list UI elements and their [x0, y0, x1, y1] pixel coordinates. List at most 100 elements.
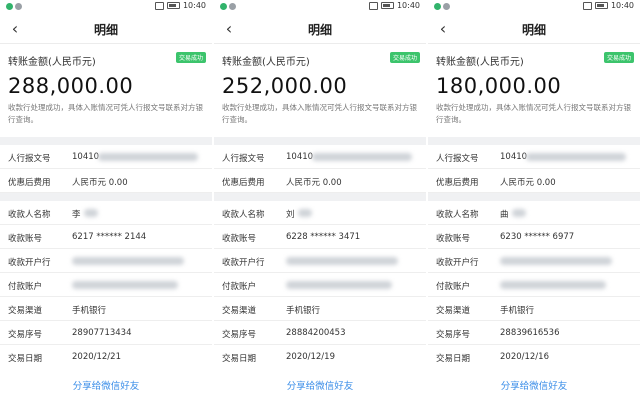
- row-label: 收款人名称: [8, 210, 51, 220]
- row-label: 付款账户: [8, 282, 43, 292]
- row-value: 28839616536: [500, 328, 560, 338]
- detail-row-msg-no: 人行报文号 10410: [428, 145, 640, 169]
- row-value: 6230 ****** 6977: [500, 232, 575, 242]
- detail-row-payer-account: 付款账户: [214, 273, 426, 297]
- detail-row-payee-bank: 收款开户行: [428, 249, 640, 273]
- battery-icon: [380, 2, 394, 9]
- nav-bar: ‹ 明细: [0, 14, 212, 44]
- amount-label: 转账金额(人民币元): [8, 57, 96, 68]
- row-label: 收款开户行: [436, 258, 479, 268]
- battery-icon: [594, 2, 608, 9]
- row-label: 收款账号: [222, 234, 257, 244]
- detail-row-channel: 交易渠道 手机银行: [0, 297, 212, 321]
- detail-row-payee-account: 收款账号 6230 ****** 6977: [428, 225, 640, 249]
- redacted-mask: [286, 257, 398, 265]
- row-value: 李: [72, 210, 81, 220]
- detail-row-payer-account: 付款账户: [428, 273, 640, 297]
- transfer-detail-screen: 10:40 ‹ 明细 转账金额(人民币元) 交易成功 180,000.00 收款…: [428, 0, 640, 404]
- row-value: 人民币元 0.00: [500, 178, 556, 188]
- share-area: 分享给微信好友: [214, 364, 426, 404]
- result-note: 收款行处理成功，具体入账情况可凭人行报文号联系对方银行查询。: [436, 103, 631, 124]
- row-label: 人行报文号: [8, 154, 51, 164]
- row-label: 收款账号: [8, 234, 43, 244]
- status-time: 10:40: [396, 1, 420, 10]
- nav-bar: ‹ 明细: [428, 14, 640, 44]
- redacted-mask: [500, 281, 606, 289]
- row-value: 2020/12/16: [500, 352, 549, 362]
- row-label: 交易日期: [8, 354, 43, 364]
- amount-card: 转账金额(人民币元) 交易成功 180,000.00 收款行处理成功，具体入账情…: [428, 44, 640, 137]
- redacted-mask: [72, 257, 184, 265]
- row-label: 交易序号: [8, 330, 43, 340]
- row-label: 收款开户行: [8, 258, 51, 268]
- amount-label: 转账金额(人民币元): [436, 57, 524, 68]
- amount-card: 转账金额(人民币元) 交易成功 288,000.00 收款行处理成功，具体入账情…: [0, 44, 212, 137]
- detail-row-fee: 优惠后费用 人民币元 0.00: [0, 169, 212, 193]
- row-value: 10410: [72, 152, 100, 162]
- signal-icon: [368, 1, 378, 10]
- detail-row-channel: 交易渠道 手机银行: [214, 297, 426, 321]
- redacted-mask: [312, 153, 412, 161]
- row-value: 28884200453: [286, 328, 346, 338]
- row-value: 曲: [500, 210, 509, 220]
- detail-row-payee-name: 收款人名称 李: [0, 201, 212, 225]
- share-area: 分享给微信好友: [428, 364, 640, 404]
- detail-row-msg-no: 人行报文号 10410: [0, 145, 212, 169]
- row-label: 付款账户: [222, 282, 257, 292]
- redacted-mask: [298, 209, 312, 217]
- redacted-mask: [526, 153, 626, 161]
- row-label: 优惠后费用: [436, 178, 479, 188]
- row-value: 10410: [500, 152, 528, 162]
- row-value: 手机银行: [286, 306, 321, 316]
- row-value: 手机银行: [72, 306, 107, 316]
- amount-card: 转账金额(人民币元) 交易成功 252,000.00 收款行处理成功，具体入账情…: [214, 44, 426, 137]
- status-time: 10:40: [610, 1, 634, 10]
- row-value: 2020/12/21: [72, 352, 121, 362]
- row-value: 6217 ****** 2144: [72, 232, 147, 242]
- row-label: 交易日期: [222, 354, 257, 364]
- signal-icon: [154, 1, 164, 10]
- detail-row-payee-bank: 收款开户行: [214, 249, 426, 273]
- page-title: 明细: [93, 23, 118, 37]
- redacted-mask: [98, 153, 198, 161]
- row-label: 人行报文号: [436, 154, 479, 164]
- share-wechat-button[interactable]: 分享给微信好友: [428, 378, 640, 392]
- row-value: 刘: [286, 210, 295, 220]
- status-bar: 10:40: [214, 0, 426, 14]
- row-label: 交易渠道: [8, 306, 43, 316]
- row-label: 交易渠道: [222, 306, 257, 316]
- row-label: 交易日期: [436, 354, 471, 364]
- detail-row-payee-name: 收款人名称 曲: [428, 201, 640, 225]
- page-title: 明细: [307, 23, 332, 37]
- status-bar: 10:40: [428, 0, 640, 14]
- share-wechat-button[interactable]: 分享给微信好友: [214, 378, 426, 392]
- row-label: 收款账号: [436, 234, 471, 244]
- battery-icon: [166, 2, 180, 9]
- row-label: 收款人名称: [436, 210, 479, 220]
- detail-row-payee-name: 收款人名称 刘: [214, 201, 426, 225]
- detail-row-payee-account: 收款账号 6228 ****** 3471: [214, 225, 426, 249]
- row-value: 人民币元 0.00: [72, 178, 128, 188]
- row-label: 交易序号: [436, 330, 471, 340]
- detail-row-payee-account: 收款账号 6217 ****** 2144: [0, 225, 212, 249]
- row-label: 付款账户: [436, 282, 471, 292]
- detail-row-serial: 交易序号 28884200453: [214, 321, 426, 345]
- transfer-detail-screen: 10:40 ‹ 明细 转账金额(人民币元) 交易成功 252,000.00 收款…: [214, 0, 426, 404]
- result-note: 收款行处理成功，具体入账情况可凭人行报文号联系对方银行查询。: [8, 103, 203, 124]
- amount-label: 转账金额(人民币元): [222, 57, 310, 68]
- amount-value: 252,000.00: [222, 74, 348, 98]
- redacted-mask: [500, 257, 612, 265]
- nav-bar: ‹ 明细: [214, 14, 426, 44]
- row-label: 优惠后费用: [222, 178, 265, 188]
- amount-value: 288,000.00: [8, 74, 134, 98]
- row-value: 人民币元 0.00: [286, 178, 342, 188]
- row-label: 交易渠道: [436, 306, 471, 316]
- row-label: 收款人名称: [222, 210, 265, 220]
- row-label: 优惠后费用: [8, 178, 51, 188]
- amount-value: 180,000.00: [436, 74, 562, 98]
- detail-row-fee: 优惠后费用 人民币元 0.00: [428, 169, 640, 193]
- redacted-mask: [84, 209, 98, 217]
- row-value: 28907713434: [72, 328, 132, 338]
- share-wechat-button[interactable]: 分享给微信好友: [0, 378, 212, 392]
- detail-row-msg-no: 人行报文号 10410: [214, 145, 426, 169]
